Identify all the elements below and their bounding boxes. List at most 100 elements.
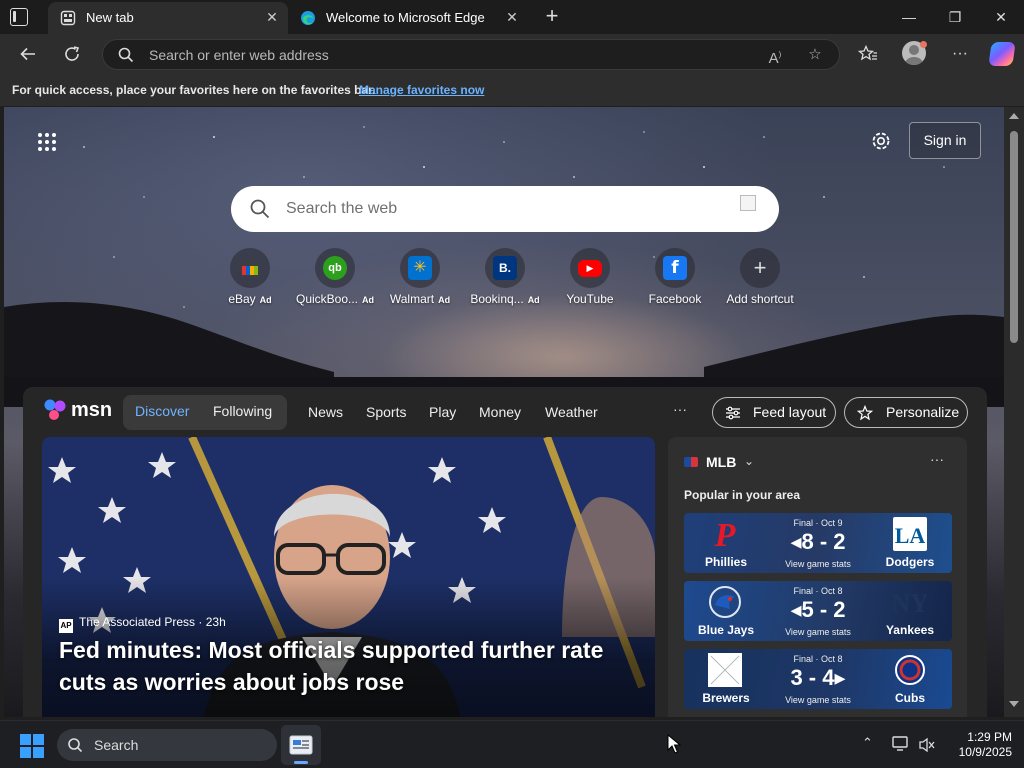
feed-layout-button[interactable]: Feed layout <box>712 397 836 428</box>
maximize-button[interactable]: ❐ <box>935 4 975 30</box>
shortcut-booking[interactable]: B. Bookinq... Ad <box>460 248 550 318</box>
nav-more-button[interactable]: ··· <box>673 401 687 417</box>
cubs-logo-icon <box>895 655 925 685</box>
edge-logo-icon <box>301 11 315 25</box>
mouse-cursor-icon <box>667 734 681 754</box>
game-status: Final · Oct 8 <box>793 586 843 596</box>
copilot-icon[interactable] <box>988 42 1016 66</box>
clock-time: 1:29 PM <box>967 730 1012 744</box>
close-window-button[interactable]: ✕ <box>981 4 1021 30</box>
settings-more-button[interactable]: ··· <box>945 40 975 68</box>
tab-bar: New tab ✕ Welcome to Microsoft Edge ✕ + … <box>0 0 1024 34</box>
windows-start-icon[interactable] <box>20 734 44 758</box>
chevron-down-icon[interactable]: ⌄ <box>744 454 754 468</box>
new-tab-page-icon <box>60 10 76 26</box>
svg-text:LA: LA <box>895 523 926 548</box>
toolbar: A) ☆ ··· <box>0 34 1024 74</box>
windows-taskbar: Search ⌃ 1:29 PM 10/9/2025 <box>0 720 1024 768</box>
page-settings-gear-icon[interactable] <box>868 128 894 154</box>
tab-following[interactable]: Following <box>213 403 272 419</box>
tab-close-icon[interactable]: ✕ <box>504 9 520 25</box>
web-search-input[interactable] <box>286 198 706 220</box>
new-tab-button[interactable]: + <box>540 5 564 29</box>
article-source[interactable]: AP The Associated Press · 23h <box>59 615 226 633</box>
msn-wordmark: msn <box>71 399 113 421</box>
visual-search-icon[interactable] <box>740 195 756 211</box>
shortcut-label: Add shortcut <box>726 292 794 306</box>
search-icon <box>250 199 270 219</box>
scroll-down-arrow-icon[interactable] <box>1009 701 1019 707</box>
page-scrollbar[interactable] <box>1004 107 1024 717</box>
game-card[interactable]: NY Final · Oct 8 ◂5 - 2 View game stats … <box>684 581 952 641</box>
minimize-button[interactable]: — <box>889 4 929 30</box>
nav-money[interactable]: Money <box>479 404 521 420</box>
view-game-stats-link[interactable]: View game stats <box>768 559 868 569</box>
nav-news[interactable]: News <box>308 404 343 420</box>
team-name: Phillies <box>704 555 748 569</box>
tab-discover[interactable]: Discover <box>135 403 189 419</box>
league-selector[interactable]: MLB <box>684 454 736 470</box>
tray-overflow-chevron-icon[interactable]: ⌃ <box>862 735 873 751</box>
shortcut-tile: + <box>740 248 780 288</box>
team-name: Brewers <box>702 691 750 705</box>
network-icon[interactable] <box>892 736 910 752</box>
hero-article-card[interactable]: AP The Associated Press · 23h Fed minutes… <box>42 437 655 717</box>
active-app-indicator <box>294 761 308 764</box>
game-card[interactable]: Final · Oct 8 3 - 4▸ View game stats Bre… <box>684 649 952 709</box>
game-score: 3 - 4▸ <box>790 665 846 690</box>
volume-muted-icon[interactable] <box>918 737 936 753</box>
view-game-stats-link[interactable]: View game stats <box>768 627 868 637</box>
team-name: Blue Jays <box>697 623 755 637</box>
shortcut-youtube[interactable]: ▶ YouTube <box>545 248 635 318</box>
facebook-logo-icon: f <box>663 256 687 280</box>
shortcut-facebook[interactable]: f Facebook <box>630 248 720 318</box>
manage-favorites-link[interactable]: Manage favorites now <box>359 83 484 97</box>
msn-logo[interactable]: msn <box>43 397 113 425</box>
widget-more-button[interactable]: ··· <box>930 451 944 467</box>
scrollbar-thumb[interactable] <box>1010 131 1018 343</box>
team-name: Yankees <box>885 623 935 637</box>
web-search-box[interactable] <box>231 186 779 232</box>
shortcut-tile: qb <box>315 248 355 288</box>
shortcut-tile <box>230 248 270 288</box>
favorites-button[interactable] <box>853 40 883 68</box>
nav-weather[interactable]: Weather <box>545 404 598 420</box>
svg-text:NY: NY <box>893 589 927 618</box>
tab-new-tab[interactable]: New tab ✕ <box>48 2 288 34</box>
shortcut-tile: B. <box>485 248 525 288</box>
address-bar[interactable]: A) ☆ <box>102 39 840 70</box>
nav-sports[interactable]: Sports <box>366 404 406 420</box>
address-input[interactable] <box>149 45 749 65</box>
read-aloud-icon[interactable]: A) <box>764 45 786 67</box>
shortcut-tile: ✳ <box>400 248 440 288</box>
shortcut-add[interactable]: + Add shortcut <box>715 248 805 318</box>
game-card[interactable]: P LA Final · Oct 9 ◂8 - 2 View game stat… <box>684 513 952 573</box>
personalize-label: Personalize <box>886 404 960 420</box>
apps-launcher-icon[interactable] <box>36 131 58 153</box>
dodgers-logo-icon: LA <box>893 517 927 551</box>
shortcut-walmart[interactable]: ✳ Walmart Ad <box>375 248 465 318</box>
tab-close-icon[interactable]: ✕ <box>264 9 280 25</box>
article-headline[interactable]: Fed minutes: Most officials supported fu… <box>59 634 639 698</box>
tab-welcome-edge[interactable]: Welcome to Microsoft Edge ✕ <box>288 2 528 34</box>
shortcut-label: Walmart Ad <box>389 292 451 306</box>
refresh-button[interactable] <box>57 40 87 68</box>
favorite-star-icon[interactable]: ☆ <box>804 45 826 65</box>
system-clock[interactable]: 1:29 PM 10/9/2025 <box>940 730 1012 760</box>
back-button[interactable] <box>13 40 43 68</box>
app-window-icon <box>289 735 313 755</box>
scroll-up-arrow-icon[interactable] <box>1009 113 1019 119</box>
shortcut-quickbooks[interactable]: qb QuickBoo... Ad <box>290 248 380 318</box>
shortcut-label: QuickBoo... Ad <box>295 292 375 306</box>
quickbooks-logo-icon: qb <box>323 256 347 280</box>
taskbar-app-edge[interactable] <box>281 725 321 765</box>
ebay-bag-icon <box>241 259 259 277</box>
ap-logo-icon: AP <box>59 619 73 633</box>
view-game-stats-link[interactable]: View game stats <box>768 695 868 705</box>
personalize-button[interactable]: Personalize <box>844 397 968 428</box>
tab-actions-icon[interactable] <box>10 8 28 26</box>
sign-in-button[interactable]: Sign in <box>909 122 981 159</box>
shortcut-ebay[interactable]: eBay Ad <box>205 248 295 318</box>
taskbar-search[interactable]: Search <box>57 729 277 761</box>
nav-play[interactable]: Play <box>429 404 456 420</box>
